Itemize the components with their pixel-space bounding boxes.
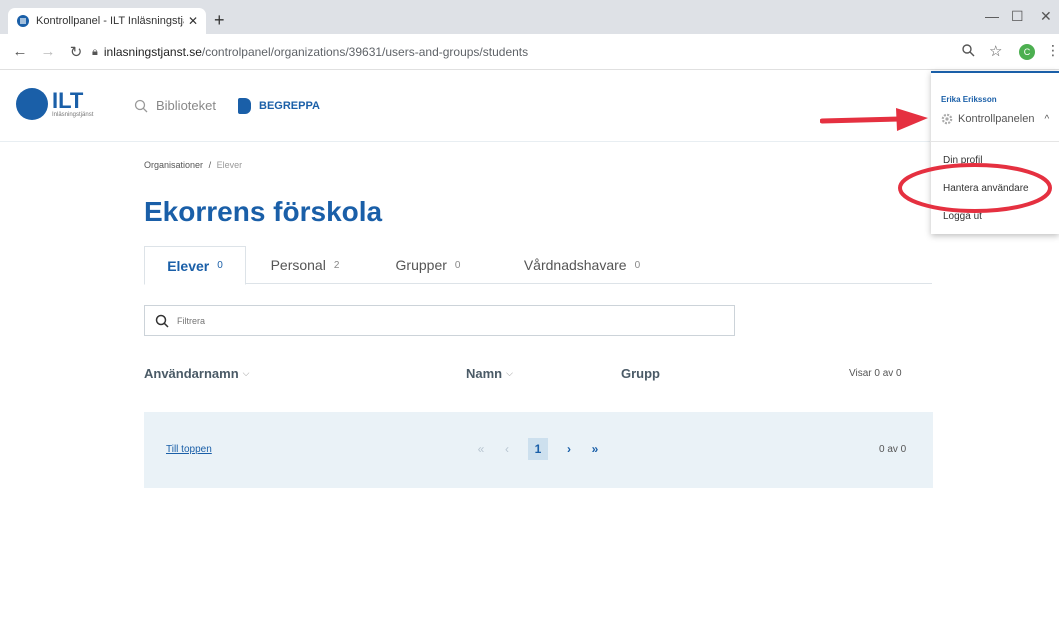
pager-bar: Till toppen « ‹ 1 › » 0 av 0 — [144, 412, 933, 488]
filter-box[interactable] — [144, 305, 735, 336]
breadcrumb: Organisationer / Elever — [144, 160, 242, 170]
close-tab-icon[interactable]: ✕ — [188, 14, 198, 28]
url-path: /controlpanel/organizations/39631/users-… — [201, 45, 529, 59]
breadcrumb-current: Elever — [216, 160, 243, 170]
tab-label: Personal — [270, 257, 326, 273]
new-tab-icon[interactable]: + — [214, 10, 225, 31]
app-header: ILT Inläsningstjänst Biblioteket BEGREPP… — [0, 70, 930, 142]
search-icon — [134, 99, 148, 112]
column-header-username[interactable]: Användarnamn ⌵ — [144, 366, 249, 381]
control-panel-toggle[interactable]: Kontrollpanelen ^ — [941, 113, 1049, 125]
nav-library-link[interactable]: Biblioteket — [134, 98, 216, 113]
nav-begreppa-label: BEGREPPA — [259, 100, 320, 112]
begreppa-logo-icon — [238, 98, 251, 114]
prev-page-icon[interactable]: ‹ — [500, 438, 514, 460]
dropdown-divider — [931, 141, 1059, 142]
column-header-label: Grupp — [621, 366, 660, 381]
tab-elever[interactable]: Elever 0 — [144, 246, 246, 285]
profile-avatar[interactable]: C — [1019, 44, 1035, 60]
column-header-label: Namn — [466, 366, 503, 381]
tab-count: 2 — [333, 259, 340, 271]
showing-count: Visar 0 av 0 — [849, 368, 902, 379]
tab-grupper[interactable]: Grupper 0 — [364, 246, 492, 284]
chevron-down-icon: ⌵ — [506, 368, 513, 378]
browser-tab-title: Kontrollpanel - ILT Inläsningstjän — [36, 15, 184, 27]
zoom-icon[interactable] — [961, 43, 975, 57]
user-tabs: Elever 0 Personal 2 Grupper 0 Vårdnadshavar… — [144, 246, 932, 285]
control-panel-label: Kontrollpanelen — [958, 113, 1035, 125]
gear-icon — [941, 113, 953, 125]
minimize-icon[interactable]: — — [985, 8, 999, 24]
tab-personal[interactable]: Personal 2 — [246, 246, 364, 284]
annotation-circle-icon — [898, 163, 1052, 213]
address-bar[interactable]: 🔒︎ inlasningstjanst.se/controlpanel/orga… — [92, 39, 939, 65]
first-page-icon[interactable]: « — [474, 438, 488, 460]
tab-count: 0 — [454, 259, 461, 271]
close-window-icon[interactable]: ✕ — [1040, 8, 1052, 25]
to-top-link[interactable]: Till toppen — [166, 444, 212, 455]
tab-vardnadshavare[interactable]: Vårdnadshavare 0 — [492, 246, 672, 284]
column-header-group: Grupp — [621, 366, 660, 381]
logo-text[interactable]: ILT — [52, 88, 83, 114]
ilt-favicon-icon — [17, 15, 29, 27]
browser-menu-icon[interactable]: ⋮ — [1046, 42, 1059, 59]
ilt-logo-icon[interactable] — [16, 88, 48, 120]
nav-begreppa-link[interactable]: BEGREPPA — [238, 98, 320, 114]
last-page-icon[interactable]: » — [588, 438, 602, 460]
pager-count: 0 av 0 — [879, 444, 907, 455]
browser-tab-strip: Kontrollpanel - ILT Inläsningstjän ✕ + —… — [0, 0, 1059, 34]
maximize-icon[interactable]: ☐ — [1011, 8, 1024, 25]
forward-icon[interactable]: → — [34, 43, 62, 60]
browser-tab[interactable]: Kontrollpanel - ILT Inläsningstjän ✕ — [8, 8, 206, 34]
annotation-arrow-icon — [820, 108, 928, 131]
tab-count: 0 — [634, 259, 641, 271]
dropdown-user-name: Erika Eriksson — [941, 95, 997, 104]
browser-toolbar: ← → ↻ 🔒︎ inlasningstjanst.se/controlpane… — [0, 34, 1059, 70]
logo-subtitle: Inläsningstjänst — [52, 112, 94, 118]
page-title: Ekorrens förskola — [144, 196, 383, 227]
reload-icon[interactable]: ↻ — [62, 43, 90, 61]
column-header-name[interactable]: Namn ⌵ — [466, 366, 513, 381]
breadcrumb-root[interactable]: Organisationer — [144, 160, 203, 170]
tab-label: Grupper — [395, 257, 447, 273]
breadcrumb-separator: / — [208, 160, 212, 170]
nav-library-label: Biblioteket — [156, 98, 216, 113]
url-host: inlasningstjanst.se — [103, 45, 202, 59]
tab-count: 0 — [217, 260, 223, 271]
chevron-down-icon: ⌵ — [242, 368, 250, 378]
next-page-icon[interactable]: › — [562, 438, 576, 460]
filter-input[interactable] — [177, 315, 577, 326]
lock-icon: 🔒︎ — [92, 45, 98, 58]
column-header-label: Användarnamn — [144, 366, 239, 381]
search-icon — [155, 314, 169, 328]
back-icon[interactable]: ← — [6, 43, 34, 60]
page-number-button[interactable]: 1 — [528, 438, 548, 460]
tab-label: Vårdnadshavare — [523, 257, 627, 273]
chevron-up-icon: ^ — [1044, 113, 1050, 125]
bookmark-star-icon[interactable]: ☆ — [989, 42, 1002, 60]
tab-label: Elever — [167, 257, 210, 274]
